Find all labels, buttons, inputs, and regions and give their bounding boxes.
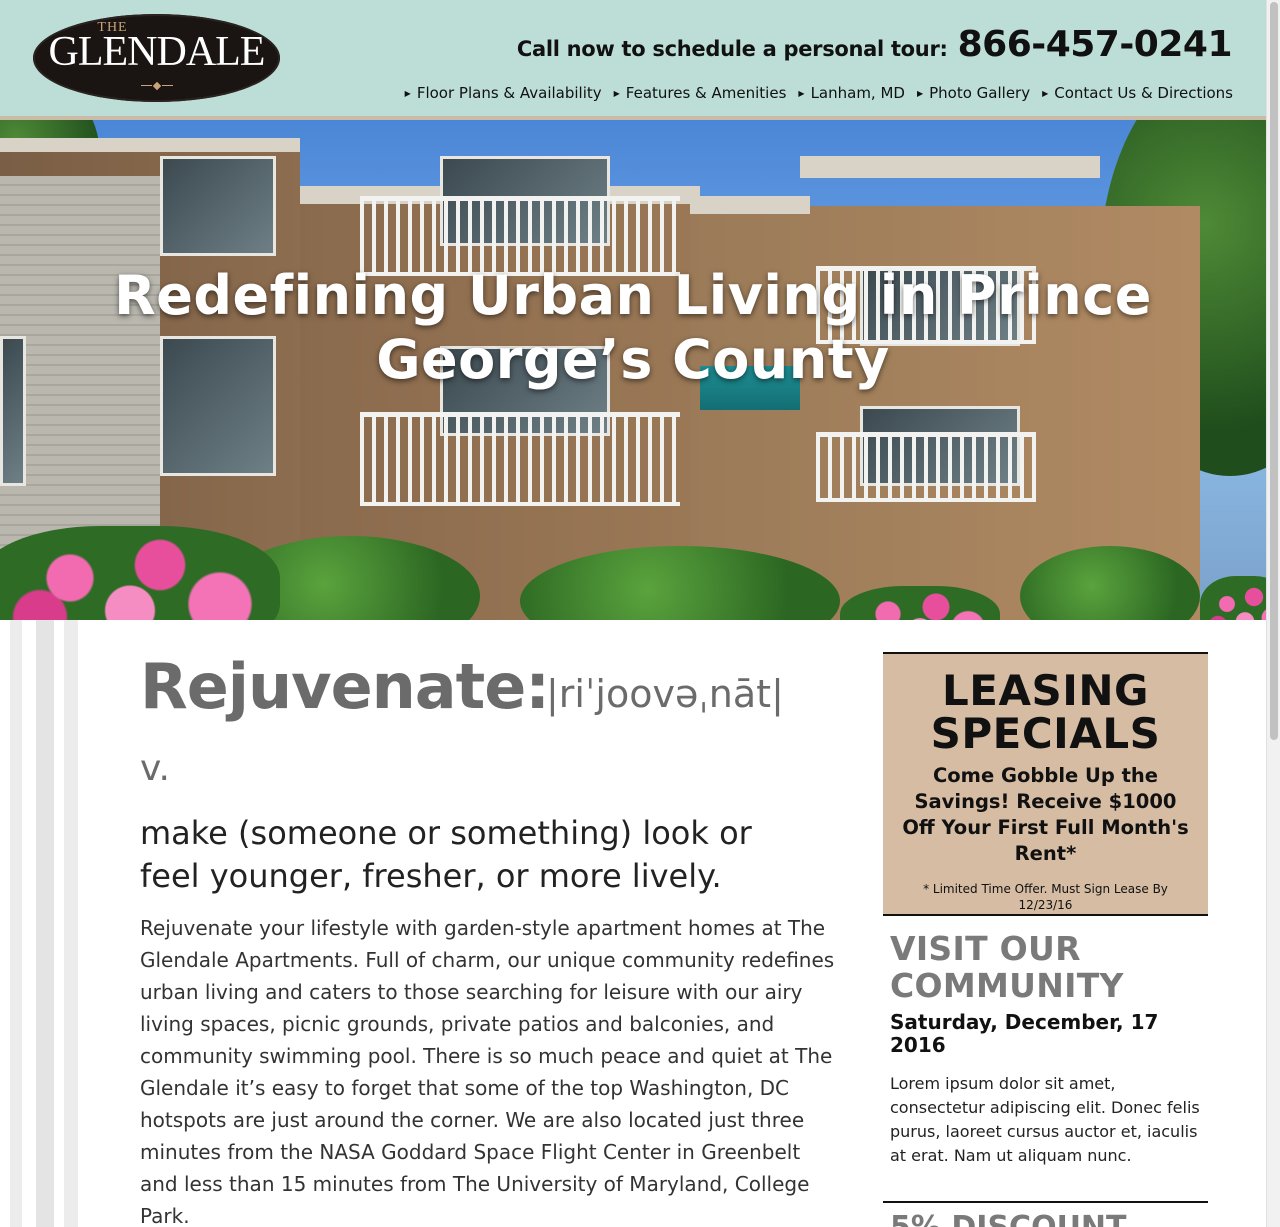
triangle-right-icon: ▶ xyxy=(613,88,620,98)
logo-name-text: GLENDALE xyxy=(48,29,266,75)
hero-top-border xyxy=(0,116,1266,120)
scrollbar-thumb[interactable] xyxy=(1270,2,1278,740)
cta-text: Call now to schedule a personal tour: xyxy=(516,37,948,61)
glendale-logo[interactable]: THE GLENDALE xyxy=(33,14,280,102)
sidebar-divider xyxy=(883,1201,1208,1203)
visit-community-section: VISIT OUR COMMUNITY Saturday, December, … xyxy=(890,930,1208,1168)
visit-community-title: VISIT OUR COMMUNITY xyxy=(890,929,1124,1005)
page-scrollbar[interactable] xyxy=(1266,0,1280,1227)
call-to-action: Call now to schedule a personal tour: 86… xyxy=(516,24,1233,65)
nav-item-floor-plans[interactable]: ▶ Floor Plans & Availability xyxy=(405,84,602,102)
leasing-specials-title: LEASING SPECIALS xyxy=(930,666,1161,758)
triangle-right-icon: ▶ xyxy=(798,88,805,98)
nav-item-contact[interactable]: ▶ Contact Us & Directions xyxy=(1042,84,1233,102)
visit-community-date: Saturday, December, 17 2016 xyxy=(890,1010,1159,1057)
hero-banner: Redefining Urban Living in Prince George… xyxy=(0,116,1266,620)
definition-word: Rejuvenate: xyxy=(140,650,550,723)
leasing-specials-note: * Limited Time Offer. Must Sign Lease By… xyxy=(923,882,1168,912)
main-nav: ▶ Floor Plans & Availability ▶ Features & … xyxy=(405,84,1233,102)
nav-item-label: Contact Us & Directions xyxy=(1054,84,1233,102)
phone-number-link[interactable]: 866-457-0241 xyxy=(958,24,1233,65)
definition-meaning: make (someone or something) look or feel… xyxy=(140,814,752,895)
logo-ornament-icon xyxy=(141,81,173,91)
intro-paragraph: Rejuvenate your lifestyle with garden-st… xyxy=(140,916,835,1227)
leasing-specials-offer: Come Gobble Up the Savings! Receive $100… xyxy=(902,764,1189,865)
nav-item-photo-gallery[interactable]: ▶ Photo Gallery xyxy=(917,84,1030,102)
nav-item-label: Photo Gallery xyxy=(929,84,1031,102)
triangle-right-icon: ▶ xyxy=(916,88,924,98)
visit-community-text: Lorem ipsum dolor sit amet, consectetur … xyxy=(890,1074,1200,1165)
nav-item-label: Floor Plans & Availability xyxy=(416,84,602,102)
triangle-right-icon: ▶ xyxy=(404,88,411,98)
definition-pronunciation: |riˈjoovəˌnāt| xyxy=(546,672,784,716)
leasing-specials-box: LEASING SPECIALS Come Gobble Up the Savi… xyxy=(883,652,1208,916)
nav-item-label: Lanham, MD xyxy=(810,84,905,102)
discount-heading: 5% DISCOUNT xyxy=(890,1213,1127,1227)
hero-title: Redefining Urban Living in Prince George… xyxy=(114,264,1152,391)
nav-item-features[interactable]: ▶ Features & Amenities xyxy=(614,84,787,102)
decorative-stripes xyxy=(0,620,110,1227)
nav-item-location[interactable]: ▶ Lanham, MD xyxy=(798,84,905,102)
definition-part-of-speech: v. xyxy=(140,748,170,789)
site-header: THE GLENDALE Call now to schedule a pers… xyxy=(0,0,1266,116)
triangle-right-icon: ▶ xyxy=(1042,88,1049,98)
nav-item-label: Features & Amenities xyxy=(625,84,787,102)
